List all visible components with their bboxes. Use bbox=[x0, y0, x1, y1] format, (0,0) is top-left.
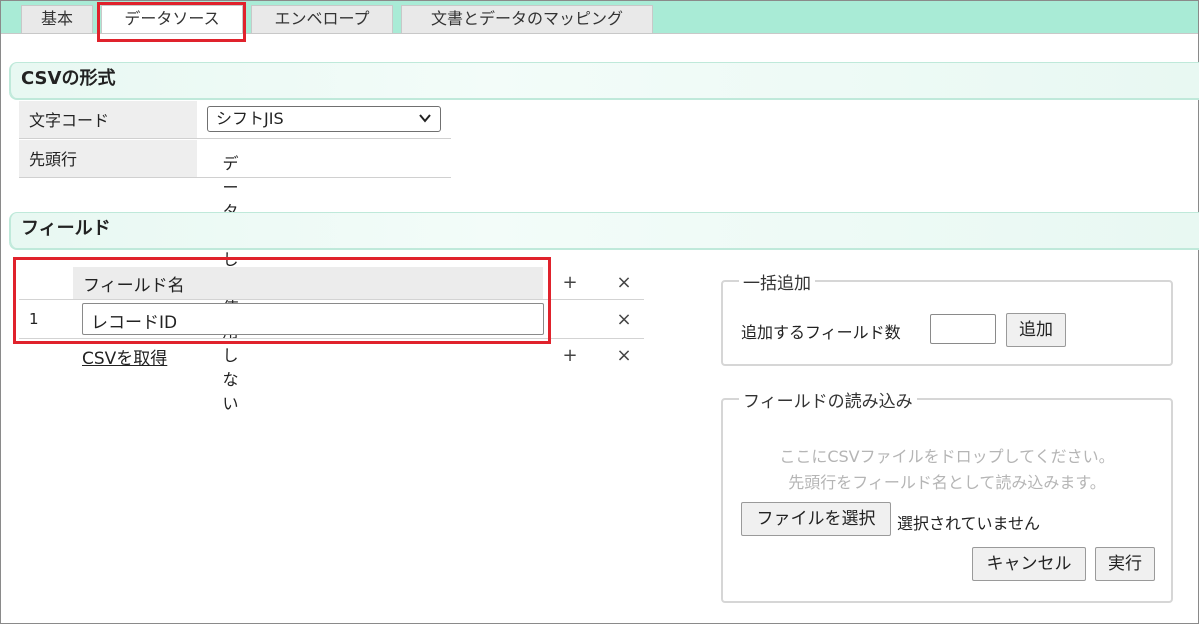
encoding-select[interactable]: シフトJIS bbox=[207, 106, 441, 132]
add-field-bottom-button[interactable]: + bbox=[562, 345, 578, 366]
tab-bar: 基本 データソース エンベロープ 文書とデータのマッピング bbox=[1, 1, 1198, 34]
encoding-selected-value: シフトJIS bbox=[216, 109, 284, 128]
get-csv-link[interactable]: CSVを取得 bbox=[82, 344, 167, 369]
choose-file-button[interactable]: ファイルを選択 bbox=[741, 502, 891, 536]
chevron-down-icon bbox=[419, 114, 431, 123]
bulk-add-legend: 一括追加 bbox=[739, 269, 815, 294]
field-row-index: 1 bbox=[29, 310, 39, 328]
tab-divider bbox=[1, 33, 1198, 34]
row-divider bbox=[19, 299, 644, 300]
tab-mapping[interactable]: 文書とデータのマッピング bbox=[401, 5, 653, 33]
form-row-header: 先頭行 データとして使用しない bbox=[19, 140, 451, 413]
drop-hint-line1: ここにCSVファイルをドロップしてください。 bbox=[779, 447, 1115, 466]
no-file-text: 選択されていません bbox=[897, 514, 1041, 533]
field-count-input[interactable] bbox=[930, 314, 996, 344]
drop-hint-line2: 先頭行をフィールド名として読み込みます。 bbox=[788, 473, 1106, 492]
bulk-add-label: 追加するフィールド数 bbox=[741, 323, 901, 342]
field-name-column-header: フィールド名 bbox=[73, 267, 543, 299]
section-header-fields: フィールド bbox=[9, 212, 1199, 248]
add-field-top-button[interactable]: + bbox=[562, 272, 578, 293]
header-label: 先頭行 bbox=[19, 140, 197, 177]
tab-envelope[interactable]: エンベロープ bbox=[251, 5, 393, 33]
row-divider bbox=[19, 338, 644, 339]
run-button[interactable]: 実行 bbox=[1095, 547, 1155, 581]
tab-datasource[interactable]: データソース bbox=[101, 5, 243, 34]
tab-basic[interactable]: 基本 bbox=[21, 5, 93, 33]
encoding-label: 文字コード bbox=[19, 101, 197, 138]
app-window: 基本 データソース エンベロープ 文書とデータのマッピング CSVの形式 文字コ… bbox=[0, 0, 1199, 624]
cancel-button[interactable]: キャンセル bbox=[972, 547, 1086, 581]
field-name-input[interactable]: レコードID bbox=[82, 303, 544, 335]
remove-field-row-button[interactable]: × bbox=[616, 309, 632, 330]
remove-field-bottom-button[interactable]: × bbox=[616, 345, 632, 366]
section-header-csv: CSVの形式 bbox=[9, 62, 1199, 98]
import-legend: フィールドの読み込み bbox=[739, 387, 917, 412]
form-row-encoding: 文字コード シフトJIS bbox=[19, 101, 451, 139]
bulk-add-panel: 一括追加 追加するフィールド数 追加 bbox=[721, 269, 1173, 366]
bulk-add-button[interactable]: 追加 bbox=[1006, 313, 1066, 347]
import-panel[interactable]: フィールドの読み込み ここにCSVファイルをドロップしてください。 先頭行をフィ… bbox=[721, 387, 1173, 603]
remove-field-top-button[interactable]: × bbox=[616, 272, 632, 293]
